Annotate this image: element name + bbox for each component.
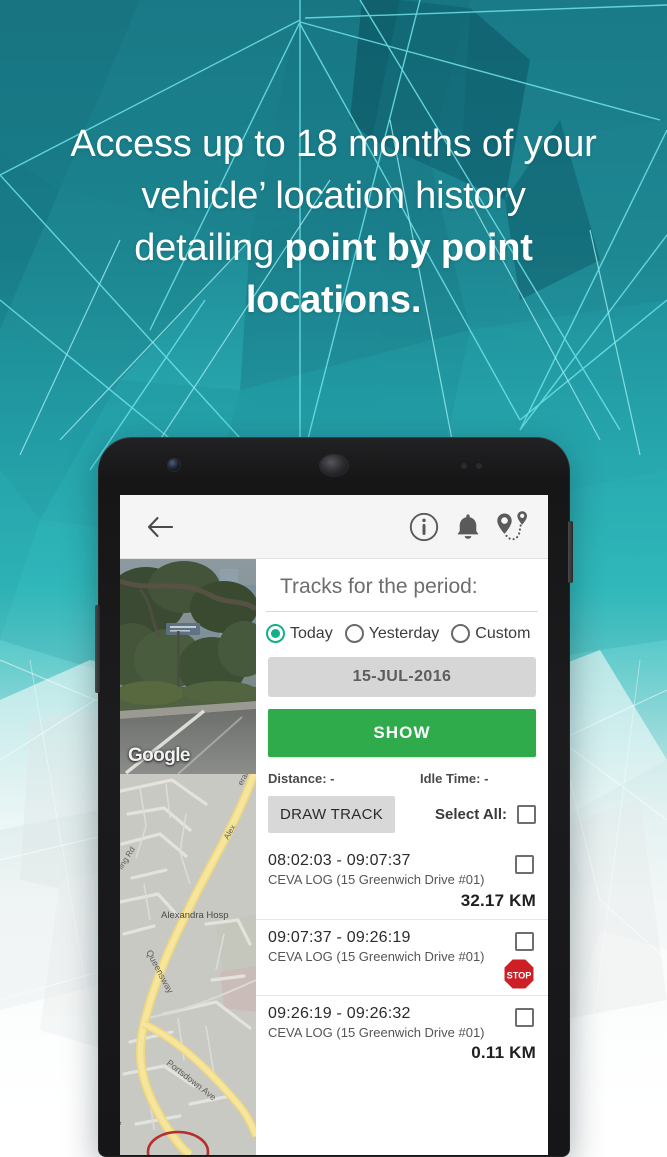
phone-screen: Google erah Alex ling Rd Alexandra Hosp …	[120, 495, 548, 1155]
street-view-image	[120, 559, 256, 774]
back-button[interactable]	[138, 505, 182, 549]
track-end-time: 09:07:37	[346, 852, 411, 869]
map-pins-route-icon	[497, 510, 527, 540]
tracks-panel: Tracks for the period: Today Yesterday C…	[256, 559, 548, 1155]
headline-line-2: vehicle’ location history	[141, 175, 526, 217]
headline-line-4: locations.	[245, 279, 422, 321]
panel-title: Tracks for the period:	[266, 559, 538, 612]
period-option-today[interactable]: Today	[266, 624, 333, 643]
phone-mockup: Google erah Alex ling Rd Alexandra Hosp …	[95, 437, 573, 1157]
select-all-label: Select All:	[435, 806, 507, 823]
track-start-time: 08:02:03	[268, 852, 332, 869]
distance-value: -	[330, 771, 335, 786]
svg-text:Alexandra Hosp: Alexandra Hosp	[161, 910, 229, 921]
mini-map[interactable]: erah Alex ling Rd Alexandra Hosp Queensw…	[120, 774, 256, 1155]
track-time-range: 08:02:03 - 09:07:37	[268, 852, 536, 870]
street-view-panel[interactable]: Google	[120, 559, 256, 774]
headline-line-3-bold: point by point	[284, 227, 533, 269]
period-option-custom[interactable]: Custom	[451, 624, 530, 643]
stop-icon: STOP	[502, 957, 536, 991]
map-column: Google erah Alex ling Rd Alexandra Hosp …	[120, 559, 256, 1155]
track-row-checkbox[interactable]	[515, 932, 534, 951]
idle-time-stat: Idle Time: -	[420, 771, 488, 786]
light-sensor	[476, 463, 482, 469]
track-start-time: 09:26:19	[268, 1005, 332, 1022]
headline-line-3-normal: detailing	[134, 227, 285, 269]
track-time-separator: -	[336, 852, 343, 869]
phone-top-bezel	[98, 437, 570, 495]
radio-custom-indicator	[451, 624, 471, 643]
track-row[interactable]: 08:02:03 - 09:07:37 CEVA LOG (15 Greenwi…	[256, 843, 548, 919]
google-watermark: Google	[128, 745, 190, 766]
track-time-range: 09:07:37 - 09:26:19	[268, 929, 536, 947]
arrow-left-icon	[147, 516, 173, 537]
track-row[interactable]: 09:26:19 - 09:26:32 CEVA LOG (15 Greenwi…	[256, 995, 548, 1071]
idle-time-value: -	[484, 771, 489, 786]
track-history-button[interactable]	[490, 505, 534, 549]
track-distance: 32.17 KM	[460, 891, 536, 910]
distance-label: Distance:	[268, 771, 327, 786]
radio-yesterday-indicator	[344, 624, 364, 643]
power-button[interactable]	[568, 521, 573, 583]
app-bar	[120, 495, 548, 559]
track-distance: 0.11 KM	[471, 1043, 536, 1062]
screen-body: Google erah Alex ling Rd Alexandra Hosp …	[120, 559, 548, 1155]
track-list[interactable]: 08:02:03 - 09:07:37 CEVA LOG (15 Greenwi…	[256, 843, 548, 1155]
select-all-group: Select All:	[435, 805, 536, 824]
track-time-range: 09:26:19 - 09:26:32	[268, 1005, 536, 1023]
volume-button[interactable]	[95, 605, 100, 693]
period-option-custom-label: Custom	[475, 624, 531, 642]
track-end-time: 09:26:32	[346, 1005, 411, 1022]
distance-stat: Distance: -	[268, 771, 420, 786]
track-row[interactable]: 09:07:37 - 09:26:19 CEVA LOG (15 Greenwi…	[256, 919, 548, 995]
info-button[interactable]	[402, 505, 446, 549]
track-time-separator: -	[336, 1005, 343, 1022]
track-start-time: 09:07:37	[268, 929, 332, 946]
notifications-button[interactable]	[446, 505, 490, 549]
draw-track-button[interactable]: DRAW TRACK	[268, 796, 396, 833]
headline-line-1: Access up to 18 months of your	[70, 123, 597, 165]
track-row-checkbox[interactable]	[515, 1008, 534, 1027]
headline-line-3: detailing point by point	[0, 222, 667, 274]
track-end-time: 09:26:19	[346, 929, 411, 946]
period-option-yesterday[interactable]: Yesterday	[344, 624, 440, 643]
period-radio-group: Today Yesterday Custom	[256, 612, 548, 653]
track-location-name: CEVA LOG (15 Greenwich Drive #01)	[268, 1025, 485, 1040]
track-location-name: CEVA LOG (15 Greenwich Drive #01)	[268, 872, 485, 887]
period-option-yesterday-label: Yesterday	[368, 624, 440, 642]
stop-icon-label: STOP	[507, 970, 532, 980]
track-row-checkbox[interactable]	[515, 855, 534, 874]
info-circle-icon	[409, 512, 439, 541]
map-image: erah Alex ling Rd Alexandra Hosp Queensw…	[120, 774, 256, 1155]
proximity-sensor	[461, 463, 467, 469]
radio-today-indicator	[266, 624, 285, 643]
track-location-name: CEVA LOG (15 Greenwich Drive #01)	[268, 949, 485, 964]
promo-headline: Access up to 18 months of your vehicle’ …	[0, 118, 667, 326]
summary-stats: Distance: - Idle Time: -	[256, 757, 548, 794]
earpiece-speaker	[320, 455, 348, 476]
action-row: DRAW TRACK Select All:	[256, 794, 548, 843]
period-option-today-label: Today	[290, 624, 333, 642]
bell-icon	[457, 513, 479, 539]
show-button[interactable]: SHOW	[268, 709, 536, 757]
select-all-checkbox[interactable]	[517, 805, 536, 824]
front-camera-icon	[168, 459, 180, 471]
idle-time-label: Idle Time:	[420, 771, 481, 786]
track-time-separator: -	[336, 929, 343, 946]
date-input[interactable]: 15-JUL-2016	[268, 657, 536, 697]
